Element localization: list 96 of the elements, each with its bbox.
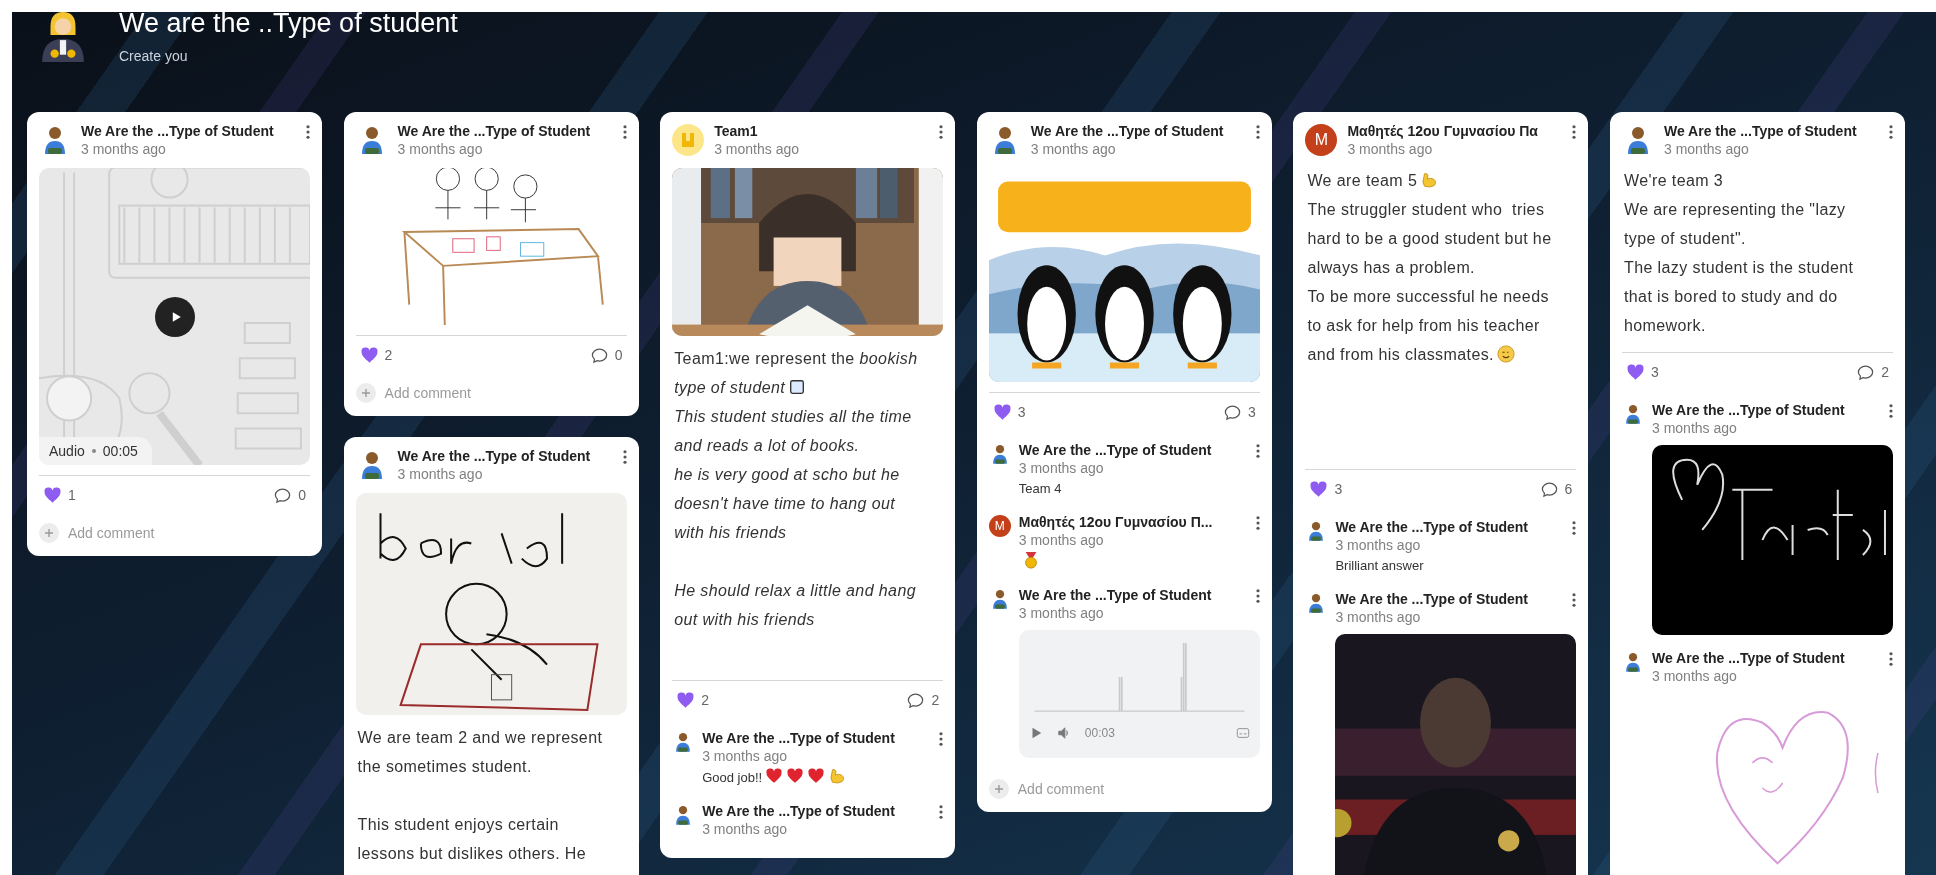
post-time: 3 months ago [714, 140, 801, 158]
board-title: We are the ..Type of student [119, 12, 458, 38]
comment-author: We Are the ...Type of Student [1335, 590, 1530, 608]
post-text: type of student [674, 379, 786, 396]
arm-icon [1420, 171, 1439, 189]
comments-button[interactable]: 3 [1219, 402, 1260, 422]
tablet-icon [788, 378, 807, 396]
comments-button[interactable]: 2 [902, 690, 944, 710]
author-name: We Are the ...Type of Student [1030, 122, 1225, 140]
comments-button[interactable]: 2 [1852, 362, 1893, 382]
author-name: Μαθητές 12ου Γυμνασίου Πα [1347, 122, 1539, 140]
post-time: 3 months ago [81, 140, 167, 158]
more-icon[interactable] [1888, 125, 1893, 139]
more-icon[interactable] [1572, 521, 1577, 535]
heart-icon [359, 345, 379, 365]
like-button[interactable]: 2 [355, 345, 397, 365]
heart-icon [807, 767, 826, 785]
more-icon[interactable] [622, 450, 627, 464]
more-icon[interactable] [622, 125, 627, 139]
separator-dot [91, 449, 96, 453]
author-name: Team1 [714, 122, 759, 140]
post-text: We are team 5 [1307, 172, 1418, 189]
comment-text: Brilliant answer [1335, 558, 1424, 573]
comments-button[interactable]: 0 [585, 345, 627, 365]
post-time: 3 months ago [1347, 140, 1434, 158]
comment-time: 3 months ago [702, 747, 789, 765]
author-name: We Are the ...Type of Student [1663, 122, 1858, 140]
plus-icon [988, 779, 1009, 799]
audio-time: 00:03 [1084, 726, 1115, 740]
more-icon[interactable] [1572, 593, 1577, 607]
comment-time: 3 months ago [702, 820, 789, 838]
comment-time: 3 months ago [1335, 608, 1422, 626]
comment-time: 3 months ago [1018, 604, 1105, 622]
audio-label: Audio [49, 443, 85, 459]
letter-avatar: M [1305, 124, 1338, 156]
more-icon[interactable] [1888, 652, 1893, 666]
comment-time: 3 months ago [1018, 459, 1105, 477]
comment-author: We Are the ...Type of Student [702, 729, 896, 747]
heart-icon [992, 402, 1012, 422]
post-text: Team1:we represent the bookish [674, 350, 918, 367]
like-button[interactable]: 2 [672, 690, 713, 710]
more-icon[interactable] [1255, 444, 1260, 458]
arm-icon [828, 767, 847, 785]
author-name: We Are the ...Type of Student [81, 122, 275, 140]
comment-author: We Are the ...Type of Student [1335, 518, 1530, 536]
heart-icon [765, 767, 784, 785]
comment-time: 3 months ago [1018, 531, 1105, 549]
avatar-icon [672, 124, 705, 156]
more-icon[interactable] [1255, 516, 1260, 530]
audio-duration: 00:05 [102, 443, 138, 459]
post-text: We are team 2 and we represent the sometimes student. This student enjoys certain lessons but dislikes others. He [357, 729, 604, 862]
comment-author: We Are the ...Type of Student [1651, 401, 1846, 419]
comments-button[interactable]: 6 [1535, 479, 1577, 499]
comment-text: Good job!! [702, 770, 763, 785]
heart-icon [676, 690, 696, 710]
plus-icon [355, 383, 376, 403]
comment-time: 3 months ago [1335, 536, 1422, 554]
comment-time: 3 months ago [1651, 419, 1738, 437]
comment-author: We Are the ...Type of Student [1018, 586, 1213, 604]
more-icon[interactable] [1888, 404, 1893, 418]
like-button[interactable]: 3 [1621, 362, 1663, 382]
smiley-icon [1496, 345, 1515, 363]
post-time: 3 months ago [1030, 140, 1117, 158]
more-icon[interactable] [939, 125, 944, 139]
comment-author: We Are the ...Type of Student [1651, 649, 1846, 667]
comment-text: Team 4 [1018, 481, 1062, 496]
more-icon[interactable] [939, 732, 944, 746]
like-button[interactable]: 3 [988, 402, 1030, 422]
more-icon[interactable] [1572, 125, 1577, 139]
comment-author: We Are the ...Type of Student [1018, 441, 1213, 459]
like-button[interactable]: 3 [1305, 479, 1347, 499]
more-icon[interactable] [939, 805, 944, 819]
author-name: We Are the ...Type of Student [397, 122, 592, 140]
more-icon[interactable] [1255, 125, 1260, 139]
heart-icon [43, 485, 62, 505]
heart-icon [1625, 362, 1645, 382]
post-time: 3 months ago [1663, 140, 1750, 158]
like-button[interactable]: 1 [39, 485, 80, 505]
post-text: and from his classmates. [1307, 346, 1494, 363]
comments-button[interactable]: 0 [269, 485, 310, 505]
board-subtitle: Create you [119, 48, 189, 64]
post-text: This student studies all the time and reads a lot of books. he is very good at scho but he doesn't have time to hang out with his friends He should relax a little and hang out with his friends [674, 408, 917, 628]
heart-icon [1309, 479, 1329, 499]
letter-avatar: M [988, 515, 1011, 537]
more-icon[interactable] [1255, 589, 1260, 603]
comment-author: We Are the ...Type of Student [702, 802, 896, 820]
plus-icon [39, 523, 59, 543]
more-icon[interactable] [306, 125, 310, 139]
post-text: We're team 3 We are representing the "lazy type of student". The lazy student is the student that is bored to study and do homework. [1623, 172, 1855, 334]
post-time: 3 months ago [397, 465, 484, 483]
comment-time: 3 months ago [1651, 667, 1738, 685]
comment-author: Μαθητές 12ου Γυμνασίου Π... [1018, 513, 1214, 531]
heart-icon [786, 767, 805, 785]
post-time: 3 months ago [397, 140, 484, 158]
volume-icon[interactable] [1056, 726, 1071, 740]
author-name: We Are the ...Type of Student [397, 447, 592, 465]
